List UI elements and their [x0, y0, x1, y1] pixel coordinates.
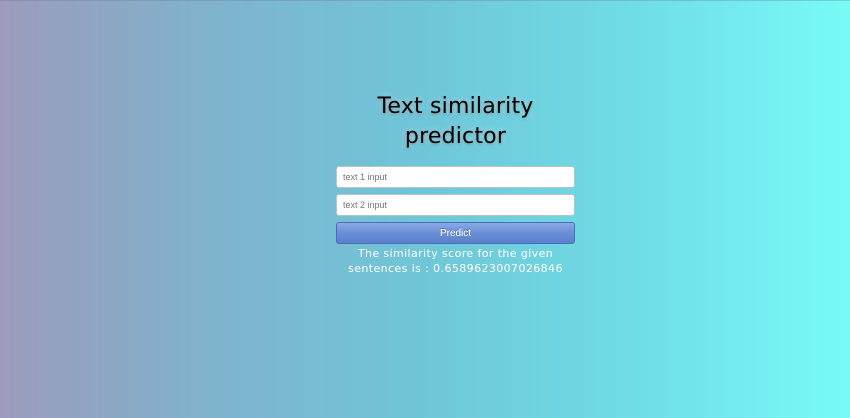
- text-1-input[interactable]: [336, 166, 575, 188]
- page-title: Text similarity predictor: [377, 94, 534, 149]
- text-2-input[interactable]: [336, 194, 575, 216]
- page-top-border: [0, 0, 850, 1]
- predict-button[interactable]: Predict: [336, 222, 575, 244]
- similarity-form: Predict: [336, 166, 575, 244]
- similarity-result: The similarity score for the given sente…: [348, 247, 563, 275]
- predictor-panel: Text similarity predictor Predict The si…: [336, 92, 575, 276]
